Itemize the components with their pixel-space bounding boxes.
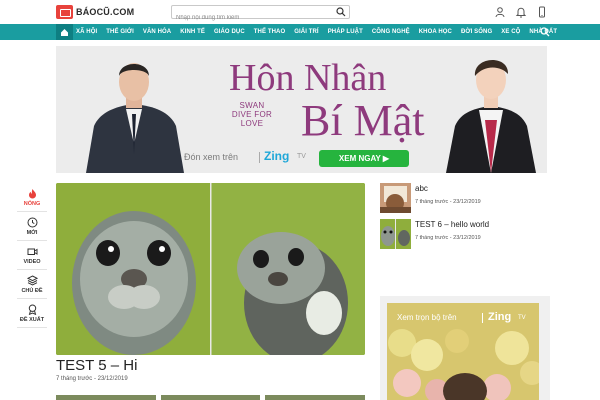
rail-label: ĐỀ XUẤT (19, 316, 45, 323)
top-bar: BÁOCŨ.COM (0, 0, 600, 24)
side-article-meta: 7 tháng trước - 23/12/2019 (415, 199, 481, 205)
ad-brand-suffix: TV (518, 315, 526, 321)
layers-icon (26, 274, 38, 286)
search-box[interactable] (171, 5, 350, 24)
side-article-meta: 7 tháng trước - 23/12/2019 (415, 235, 481, 241)
video-icon (27, 248, 37, 255)
ad-divider (482, 313, 483, 323)
logo-text: BÁOCŨ.COM (76, 7, 135, 17)
nav-item-xa-hoi[interactable]: XÃ HỘI (76, 29, 97, 35)
nav-item-the-thao[interactable]: THỂ THAO (254, 29, 285, 35)
watch-now-button[interactable]: XEM NGAY ▶ (319, 150, 409, 167)
banner-brand-suffix: TV (297, 153, 306, 160)
rail-item-hot[interactable]: NÓNG (17, 183, 47, 212)
rail-item-video[interactable]: VIDEO (17, 241, 47, 270)
mobile-icon[interactable] (536, 5, 548, 18)
banner-woman-image (446, 59, 536, 173)
main-nav: XÃ HỘI THẾ GIỚI VĂN HÓA KINH TẾ GIÁO DỤC… (0, 24, 600, 40)
logo-icon (56, 5, 73, 19)
banner-subtitle: SWAN DIVE FOR LOVE (231, 101, 273, 128)
more-articles-row (56, 395, 366, 400)
home-icon (61, 28, 68, 36)
rail-item-new[interactable]: MỚI (17, 212, 47, 241)
ad-text: Xem trọn bộ trên (397, 313, 457, 322)
nav-item-xe-co[interactable]: XE CỘ (501, 29, 520, 35)
side-article[interactable]: abc 7 tháng trước - 23/12/2019 (380, 183, 550, 213)
side-article-title[interactable]: TEST 6 – hello world (415, 220, 489, 229)
rail-label: CHỦ ĐỀ (21, 287, 43, 294)
ad-brand: Zing (488, 311, 512, 323)
nav-item-phap-luat[interactable]: PHÁP LUẬT (328, 29, 363, 35)
recommend-icon (28, 303, 36, 315)
home-button[interactable] (56, 24, 73, 40)
banner-brand: Zing (264, 149, 290, 163)
bell-icon[interactable] (515, 5, 527, 18)
search-icon[interactable] (336, 7, 346, 17)
site-logo[interactable]: BÁOCŨ.COM (56, 5, 134, 19)
main-article-meta: 7 tháng trước - 23/12/2019 (56, 376, 128, 382)
rail-label: VIDEO (23, 258, 41, 265)
nav-search-icon[interactable] (540, 27, 550, 37)
main-article-title[interactable]: TEST 5 – Hi (56, 357, 137, 374)
flame-icon (28, 188, 36, 198)
left-rail: NÓNG MỚI VIDEO CHỦ ĐỀ ĐỀ XUẤT (17, 183, 47, 328)
main-article-image[interactable] (56, 183, 365, 355)
rail-item-topics[interactable]: CHỦ ĐỀ (17, 270, 47, 299)
nav-item-van-hoa[interactable]: VĂN HÓA (143, 29, 171, 35)
nav-item-kinh-te[interactable]: KINH TẾ (180, 29, 205, 35)
more-article-thumb[interactable] (56, 395, 156, 400)
nav-item-giao-duc[interactable]: GIÁO DỤC (214, 29, 245, 35)
side-article-thumbnail (380, 219, 411, 249)
nav-item-doi-song[interactable]: ĐỜI SỐNG (461, 29, 492, 35)
rail-label: NÓNG (23, 200, 41, 207)
clock-icon (27, 217, 37, 227)
banner-divider (259, 152, 260, 163)
more-article-thumb[interactable] (265, 395, 366, 400)
side-article-thumbnail (380, 183, 411, 213)
banner-watch-text: Đón xem trên (184, 152, 239, 162)
ad-banner[interactable]: Hôn Nhân SWAN DIVE FOR LOVE Bí Mật Đón x… (56, 46, 547, 173)
header-icons (494, 5, 548, 18)
nav-item-cong-nghe[interactable]: CÔNG NGHỆ (372, 29, 410, 35)
banner-man-image (86, 63, 184, 173)
nav-item-giai-tri[interactable]: GIẢI TRÍ (294, 29, 318, 35)
rail-item-recommended[interactable]: ĐỀ XUẤT (17, 299, 47, 328)
nav-item-the-gioi[interactable]: THẾ GIỚI (106, 29, 134, 35)
side-article[interactable]: TEST 6 – hello world 7 tháng trước - 23/… (380, 219, 550, 249)
seal-photo (56, 183, 365, 355)
rail-label: MỚI (26, 229, 38, 236)
user-icon[interactable] (494, 5, 506, 18)
more-article-thumb[interactable] (160, 395, 261, 400)
side-ad[interactable]: Xem trọn bộ trên Zing TV (387, 303, 539, 400)
side-article-title[interactable]: abc (415, 184, 428, 193)
banner-title-line2: Bí Mật (301, 96, 425, 145)
banner-title-line1: Hôn Nhân (229, 57, 387, 99)
search-input[interactable] (172, 12, 327, 24)
nav-item-khoa-hoc[interactable]: KHOA HỌC (419, 29, 452, 35)
